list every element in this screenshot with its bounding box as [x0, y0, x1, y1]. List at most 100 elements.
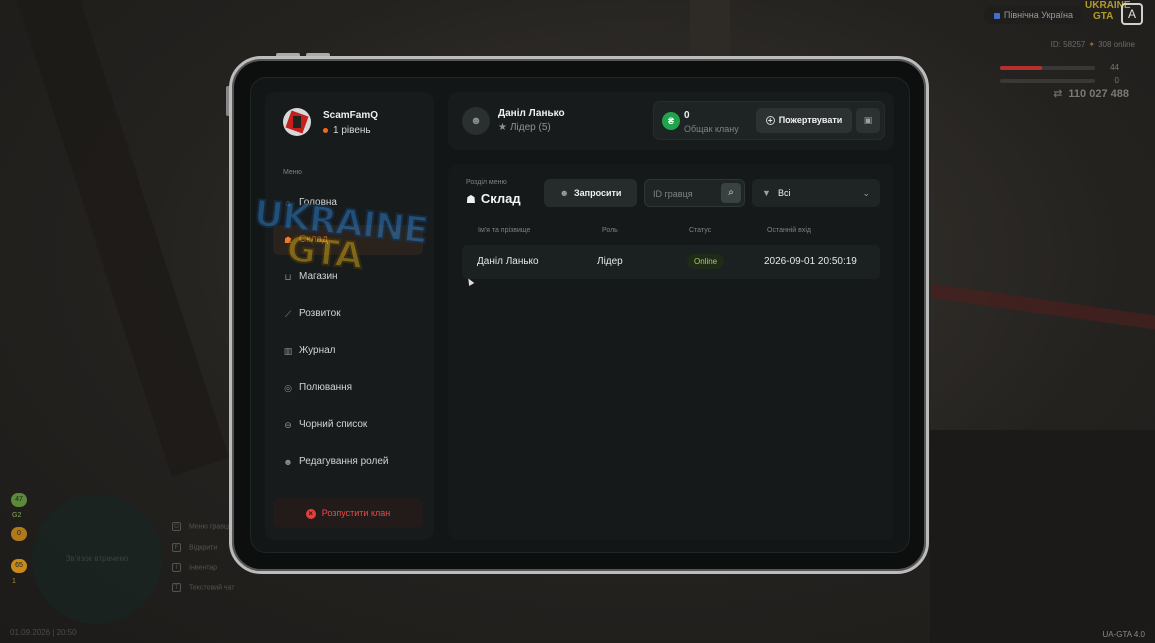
- menu-heading: Меню: [283, 169, 302, 176]
- user-role-text: Лідер (5): [509, 122, 551, 133]
- sidebar-item-blacklist[interactable]: ⊖ Чорний список: [273, 410, 423, 440]
- hint-item: T Текстовий чат: [172, 583, 235, 592]
- clan-bank: ₴ 0 Общак клану + Пожертвувати ▣: [653, 101, 885, 140]
- column-header-last-login: Останній вхід: [767, 227, 811, 234]
- accessibility-icon[interactable]: A: [1121, 3, 1143, 25]
- status-filter-select[interactable]: ▼ Всі ⌄: [752, 179, 880, 207]
- plus-icon: +: [765, 116, 775, 125]
- hint-label: Меню гравця: [189, 523, 232, 531]
- currency-icon: ₴: [662, 112, 680, 130]
- user-name: Даніл Ланько: [498, 108, 565, 119]
- hint-item: I Інвентар: [172, 563, 217, 572]
- clan-avatar: [283, 108, 311, 136]
- chart-icon: ⟋: [284, 309, 292, 319]
- sidebar-item-label: Полювання: [299, 382, 353, 393]
- member-role: Лідер: [597, 256, 623, 267]
- filter-value: Всі: [778, 188, 791, 198]
- clan-info: ScamFamQ 1 рівень: [323, 108, 378, 136]
- hint-label: Текстовий чат: [189, 584, 235, 592]
- gift-icon: ▣: [863, 115, 873, 125]
- key-icon: O: [172, 522, 181, 531]
- sidebar-item-label: Журнал: [299, 345, 336, 356]
- column-header-name: Ім'я та прізвище: [478, 227, 531, 234]
- scene-beam: [930, 284, 1155, 330]
- add-user-icon: ☻: [559, 188, 570, 198]
- page-title: ☗ Склад: [466, 191, 521, 206]
- sidebar-item-label: Редагування ролей: [299, 456, 389, 467]
- section-label: Розділ меню: [466, 179, 507, 186]
- page-title-text: Склад: [480, 191, 521, 206]
- basket-icon: ⊔: [284, 272, 292, 282]
- hud-server-info: ID: 58257 ✦ 308 online: [1051, 40, 1135, 49]
- money-icon: ⇄: [1053, 88, 1063, 100]
- search-icon: ⌕: [728, 187, 734, 198]
- invite-button[interactable]: ☻ Запросити: [544, 179, 637, 207]
- health-value: 44: [1110, 63, 1119, 72]
- user-role: ★ Лідер (5): [498, 122, 551, 133]
- star-icon: ★: [498, 122, 507, 133]
- disband-clan-button[interactable]: × Розпустити клан: [273, 498, 423, 528]
- clan-level-text: 1 рівень: [333, 125, 371, 136]
- clan-app-screen: ScamFamQ 1 рівень Меню ⌂ Головна ☗ Склад ⊔…: [250, 77, 910, 553]
- target-icon: ◎: [284, 383, 292, 393]
- donate-label: Пожертвувати: [778, 115, 843, 125]
- member-last-login: 2026-09-01 20:50:19: [764, 256, 857, 267]
- player-search: ⌕: [644, 179, 745, 207]
- sidebar-item-development[interactable]: ⟋ Розвиток: [273, 299, 423, 329]
- scene-shadow: [930, 430, 1155, 643]
- bank-label: Общак клану: [684, 124, 739, 134]
- disband-label: Розпустити клан: [321, 508, 391, 518]
- key-icon: I: [172, 563, 181, 572]
- health-bar-fill: [1000, 66, 1042, 70]
- filter-icon: ▼: [762, 188, 771, 198]
- people-icon: ☗: [466, 194, 476, 206]
- flag-icon: [993, 12, 1000, 19]
- book-icon: ▥: [283, 346, 293, 356]
- stat-label: 1: [12, 578, 16, 585]
- stat-badge: 47: [11, 493, 27, 507]
- clan-level: 1 рівень: [323, 125, 378, 136]
- donate-button[interactable]: + Пожертвувати: [756, 108, 852, 133]
- separator-icon: ✦: [1088, 40, 1096, 49]
- warehouse-panel: Розділ меню ☗ Склад ☻ Запросити ⌕ ▼ Всі ⌄ Ім…: [448, 164, 894, 540]
- hint-label: Відкрити: [189, 544, 218, 552]
- key-icon: T: [172, 583, 181, 592]
- column-header-role: Роль: [602, 227, 618, 234]
- hud-logo-bottom: GTA: [1093, 11, 1114, 22]
- bank-value: 0: [684, 110, 690, 121]
- tablet-frame: ScamFamQ 1 рівень Меню ⌂ Головна ☗ Склад ⊔…: [229, 56, 929, 574]
- user-edit-icon: ☻: [283, 457, 293, 467]
- sidebar-item-hunting[interactable]: ◎ Полювання: [273, 373, 423, 403]
- gift-button[interactable]: ▣: [856, 108, 880, 133]
- hint-label: Інвентар: [189, 564, 218, 572]
- minimap-status: Зв'язок втрачено: [65, 554, 129, 563]
- hud-date-time: 01.09.2026 | 20:50: [10, 628, 77, 637]
- sidebar-item-label: Чорний список: [299, 419, 368, 430]
- armor-bar: [1000, 79, 1095, 83]
- close-icon: ×: [305, 509, 316, 519]
- hud-region-text: Північна Україна: [1003, 10, 1073, 20]
- sidebar: ScamFamQ 1 рівень Меню ⌂ Головна ☗ Склад ⊔…: [265, 92, 434, 540]
- stat-badge: 0: [11, 527, 27, 541]
- sidebar-item-role-editing[interactable]: ☻ Редагування ролей: [273, 447, 423, 477]
- armor-value: 0: [1114, 76, 1119, 85]
- stat-badge: 65: [11, 559, 27, 573]
- sidebar-item-journal[interactable]: ▥ Журнал: [273, 336, 423, 366]
- member-name: Даніл Ланько: [477, 256, 539, 267]
- status-badge: Online: [687, 254, 725, 269]
- level-dot-icon: [323, 127, 328, 133]
- minimap: Зв'язок втрачено: [32, 494, 162, 624]
- search-button[interactable]: ⌕: [721, 183, 741, 203]
- search-input[interactable]: [653, 186, 717, 202]
- hud-online-count: 308 online: [1098, 40, 1135, 49]
- sidebar-item-label: Розвиток: [299, 308, 341, 319]
- stat-label: G2: [12, 512, 22, 519]
- table-row[interactable]: Даніл Ланько Лідер Online 2026-09-01 20:…: [462, 245, 880, 279]
- column-header-status: Статус: [689, 227, 712, 234]
- hud-game-logo: UKRAINE GTA: [1085, 0, 1131, 24]
- scene-beam: [11, 0, 229, 477]
- game-version: UA-GTA 4.0: [1102, 630, 1145, 639]
- hud-region-badge: Північна Україна: [983, 6, 1083, 24]
- user-avatar-icon: ☻: [462, 107, 490, 135]
- chevron-down-icon: ⌄: [862, 188, 870, 198]
